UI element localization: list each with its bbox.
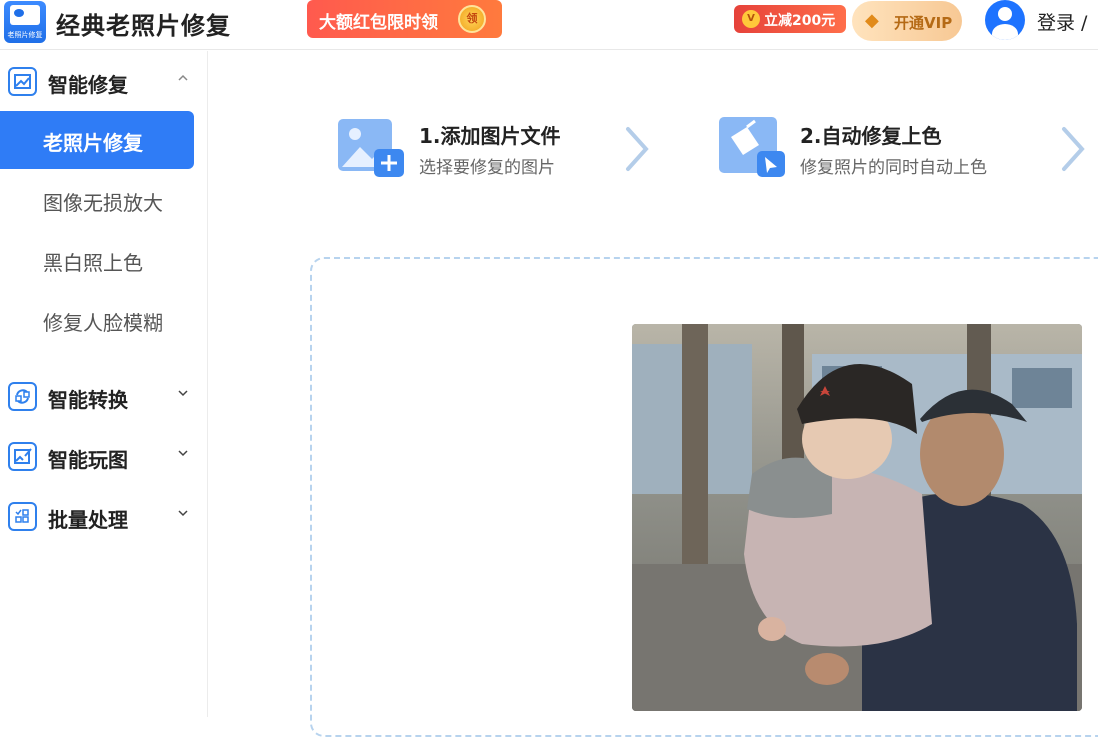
- chevron-down-icon: [176, 385, 190, 404]
- sidebar-group-batch[interactable]: 批量处理: [0, 495, 208, 539]
- promo-banner-button[interactable]: 大额红包限时领 领: [307, 0, 502, 38]
- sample-photo: [632, 324, 1082, 711]
- promo-label: 大额红包限时领: [319, 13, 438, 33]
- app-logo-icon[interactable]: ✕ 老照片修复: [4, 1, 46, 43]
- top-header: ✕ 老照片修复 经典老照片修复 大额红包限时领 领 V 立减200元 ◆ 开通V…: [0, 0, 1098, 50]
- user-avatar-icon[interactable]: [985, 0, 1025, 40]
- sidebar-item-lossless-upscale[interactable]: 图像无损放大: [0, 171, 194, 229]
- sidebar-group-label: 智能玩图: [48, 448, 128, 472]
- discount-label: 立减200元: [764, 13, 836, 29]
- diamond-icon: ◆: [865, 10, 879, 31]
- sidebar: 智能修复 老照片修复 图像无损放大 黑白照上色 修复人脸模糊 智能转换 智能玩图: [0, 51, 208, 717]
- batch-icon: [8, 502, 37, 531]
- open-vip-button[interactable]: ◆ 开通VIP: [852, 1, 962, 41]
- chevron-right-icon: [1058, 125, 1088, 173]
- paint-bucket-icon: [719, 117, 785, 179]
- edit-image-icon: [8, 442, 37, 471]
- sidebar-group-smart-play[interactable]: 智能玩图: [0, 435, 208, 479]
- sidebar-group-label: 智能修复: [48, 73, 128, 97]
- step-subtitle: 选择要修复的图片: [419, 158, 555, 178]
- login-link[interactable]: 登录 /: [1037, 8, 1087, 35]
- sidebar-item-old-photo-repair[interactable]: 老照片修复: [0, 111, 194, 169]
- sidebar-item-label: 图像无损放大: [43, 191, 163, 215]
- sidebar-group-smart-repair[interactable]: 智能修复: [0, 60, 208, 104]
- sidebar-item-label: 修复人脸模糊: [43, 311, 163, 335]
- sidebar-group-smart-convert[interactable]: 智能转换: [0, 375, 208, 419]
- image-icon: [8, 67, 37, 96]
- promo-coin-icon: 领: [458, 5, 486, 33]
- sidebar-item-label: 老照片修复: [43, 131, 143, 155]
- sidebar-item-colorize[interactable]: 黑白照上色: [0, 231, 194, 289]
- chevron-right-icon: [622, 125, 652, 173]
- vip-coin-icon: V: [742, 10, 760, 28]
- sidebar-group-label: 智能转换: [48, 388, 128, 412]
- convert-icon: [8, 382, 37, 411]
- logo-tool-icon: ✕: [33, 7, 41, 17]
- logo-tag-text: 老照片修复: [7, 31, 43, 39]
- chevron-down-icon: [176, 505, 190, 524]
- chevron-up-icon: [176, 70, 190, 89]
- discount-badge[interactable]: V 立减200元: [734, 5, 846, 33]
- chevron-down-icon: [176, 445, 190, 464]
- step-title: 2.自动修复上色: [800, 124, 942, 148]
- add-image-icon: [338, 117, 404, 179]
- vip-label: 开通VIP: [894, 14, 953, 32]
- step-title: 1.添加图片文件: [419, 124, 561, 148]
- step-subtitle: 修复照片的同时自动上色: [800, 158, 987, 178]
- sidebar-item-face-deblur[interactable]: 修复人脸模糊: [0, 291, 194, 349]
- app-title: 经典老照片修复: [56, 12, 231, 40]
- sidebar-group-label: 批量处理: [48, 508, 128, 532]
- sidebar-item-label: 黑白照上色: [43, 251, 143, 275]
